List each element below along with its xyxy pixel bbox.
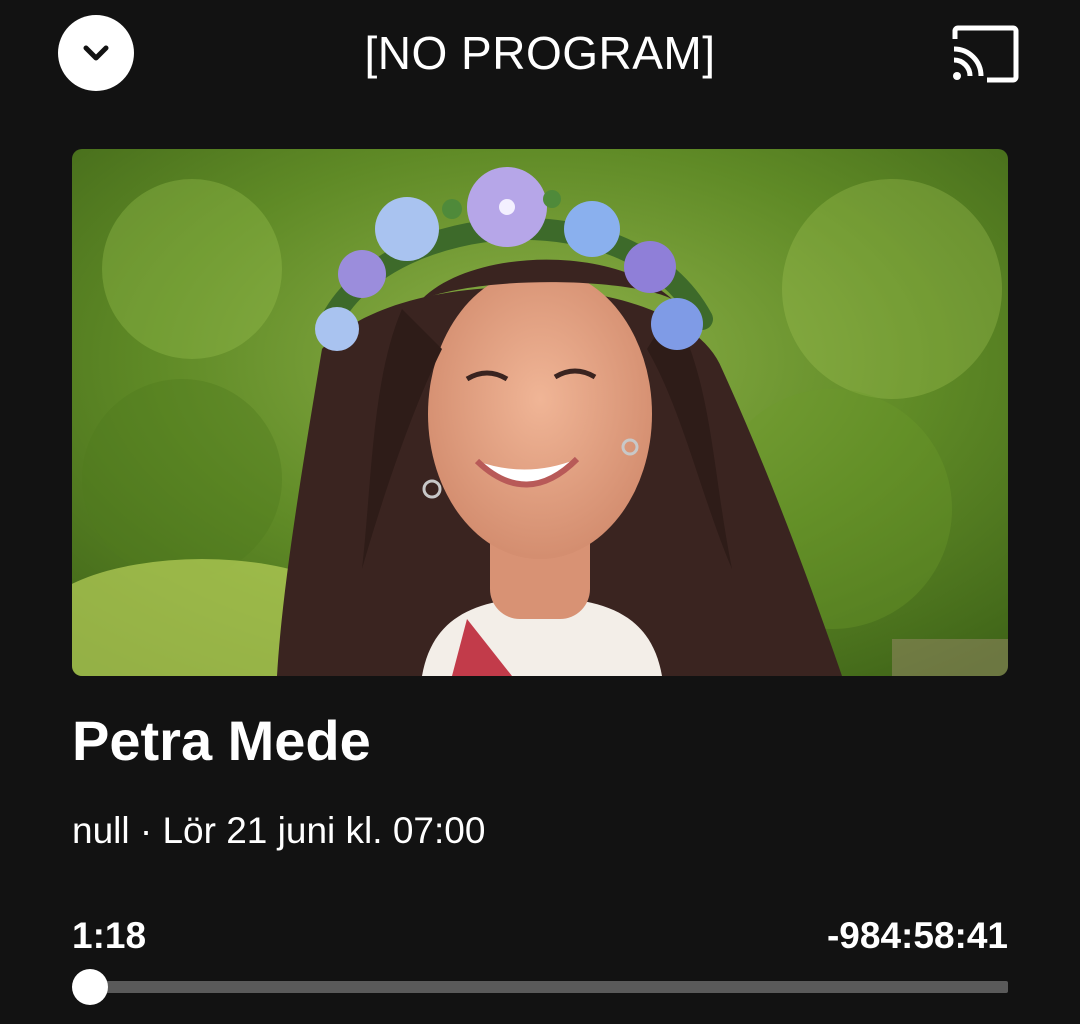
episode-meta: null · Lör 21 juni kl. 07:00: [72, 810, 486, 851]
episode-title: Petra Mede: [72, 709, 371, 772]
progress-track[interactable]: [90, 981, 1008, 993]
progress-thumb[interactable]: [72, 969, 108, 1005]
cast-button[interactable]: [946, 22, 1022, 86]
player-screen: [NO PROGRAM] Petra Mede null · Lör 21 ju…: [0, 0, 1080, 1024]
cast-icon: [952, 25, 1019, 83]
episode-artwork: [72, 149, 1008, 676]
portrait-image: [72, 149, 1008, 676]
chevron-down-icon: [83, 45, 109, 61]
elapsed-time: 1:18: [72, 915, 147, 956]
program-title: [NO PROGRAM]: [364, 27, 716, 79]
remaining-time: -984:58:41: [826, 915, 1008, 956]
collapse-button[interactable]: [58, 15, 134, 91]
